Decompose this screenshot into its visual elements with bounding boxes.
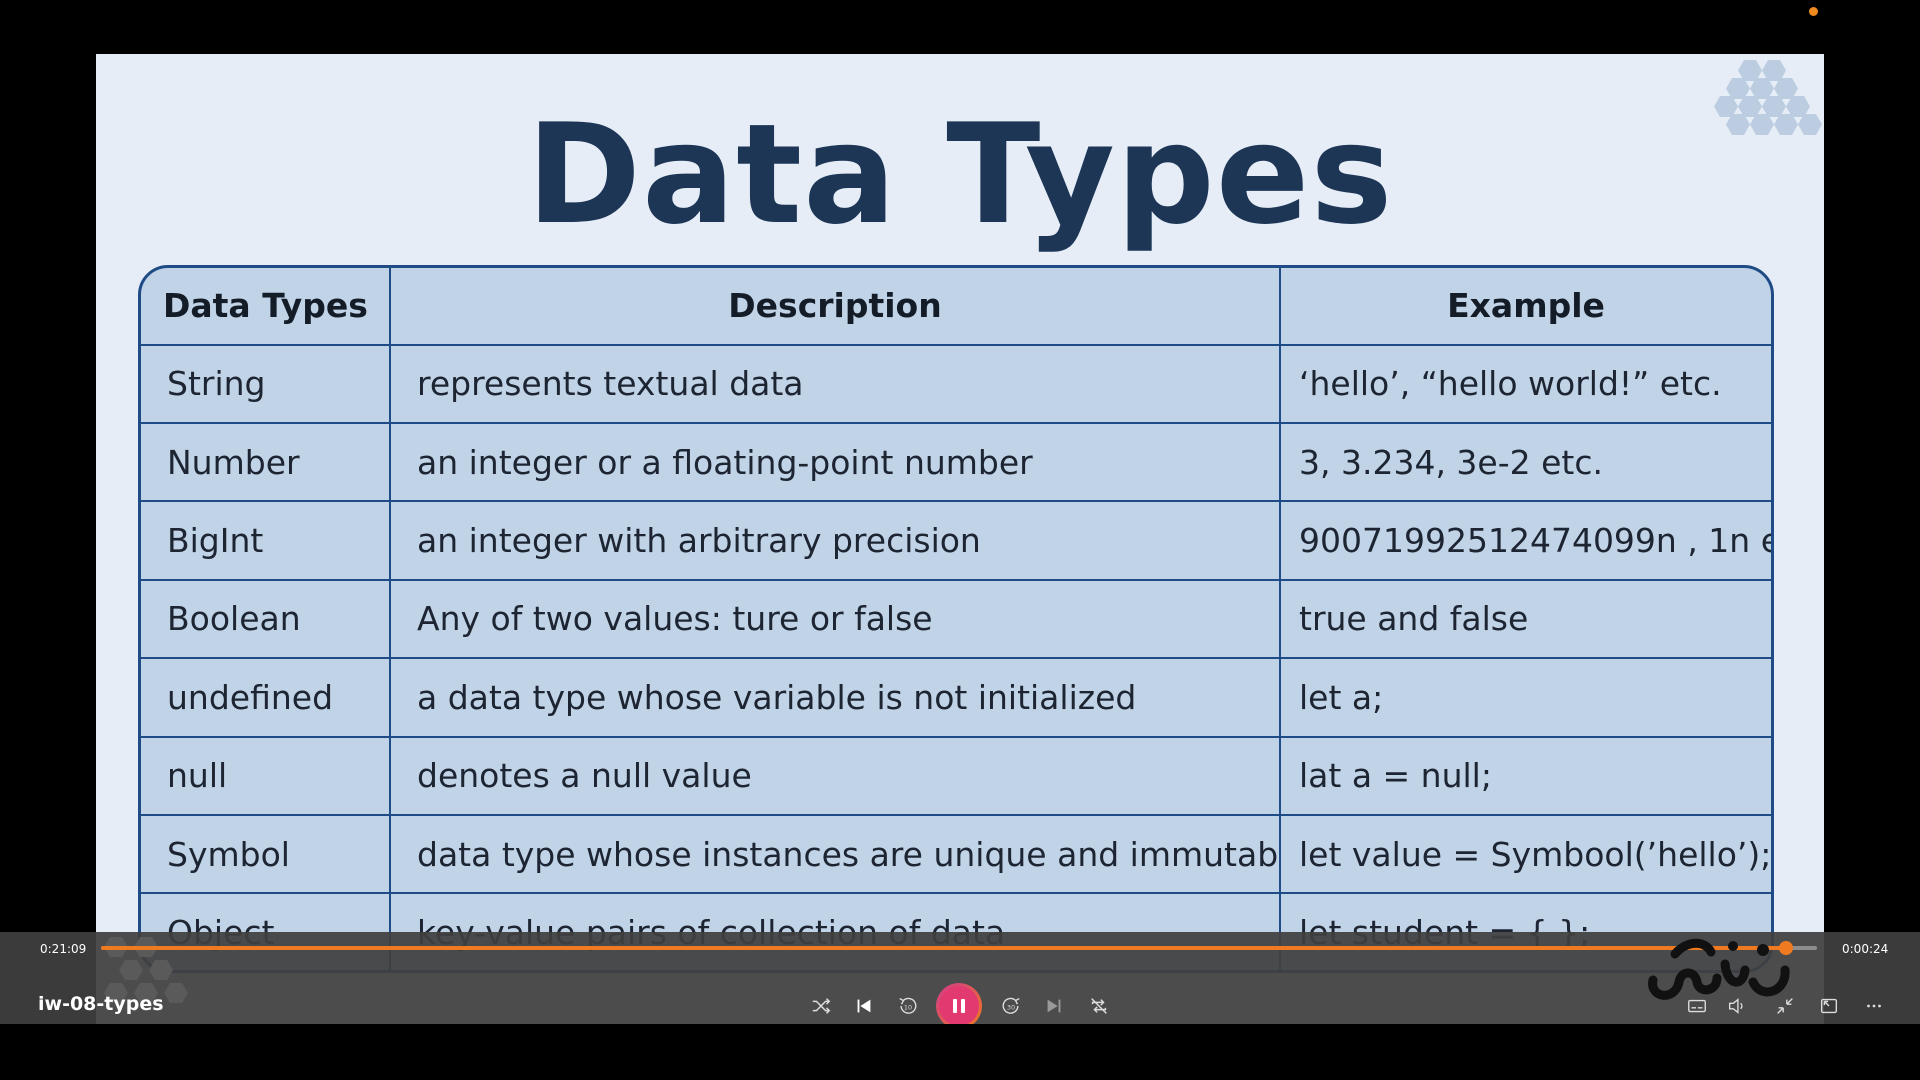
rewind-seconds-label: 10 bbox=[904, 1004, 912, 1012]
example-cell: ‘hello’, “hello world!” etc. bbox=[1279, 343, 1771, 424]
table-row: null denotes a null value lat a = null; bbox=[141, 735, 1771, 817]
slide: Data Types Data Types Description Exampl… bbox=[96, 54, 1824, 1024]
skip-previous-icon bbox=[857, 999, 871, 1013]
table-row: BigInt an integer with arbitrary precisi… bbox=[141, 500, 1771, 581]
description-cell: an integer with arbitrary precision bbox=[389, 500, 1281, 581]
table-row: Boolean Any of two values: ture or false… bbox=[141, 578, 1771, 660]
captions-icon bbox=[1688, 999, 1706, 1013]
pause-icon bbox=[953, 999, 965, 1013]
example-cell: true and false bbox=[1279, 578, 1771, 660]
volume-icon bbox=[1728, 998, 1743, 1014]
more-options-button[interactable] bbox=[1859, 991, 1889, 1021]
data-types-table: Data Types Description Example String re… bbox=[138, 265, 1774, 973]
type-cell: String bbox=[141, 343, 391, 424]
forward-seconds-label: 30 bbox=[1007, 1004, 1015, 1012]
volume-button[interactable] bbox=[1722, 991, 1752, 1021]
more-icon bbox=[1867, 1004, 1881, 1008]
description-cell: a data type whose variable is not initia… bbox=[389, 657, 1281, 738]
description-cell: represents textual data bbox=[389, 343, 1281, 424]
seek-bar[interactable] bbox=[101, 941, 1817, 955]
remaining-time: 0:00:24 bbox=[1842, 942, 1889, 956]
description-cell: an integer or a floating-point number bbox=[389, 421, 1281, 503]
table-row: undefined a data type whose variable is … bbox=[141, 657, 1771, 738]
notification-dot bbox=[1809, 7, 1818, 16]
miniplayer-button[interactable] bbox=[1814, 991, 1844, 1021]
type-cell: null bbox=[141, 735, 391, 817]
video-title: iw-08-types bbox=[38, 993, 164, 1015]
hexagon-decoration bbox=[1738, 60, 1762, 81]
previous-button[interactable] bbox=[849, 991, 879, 1021]
elapsed-time: 0:21:09 bbox=[40, 942, 87, 956]
example-cell: lat a = null; bbox=[1279, 735, 1771, 817]
example-cell: 3, 3.234, 3e-2 etc. bbox=[1279, 421, 1771, 503]
column-header-data-types: Data Types bbox=[141, 268, 391, 346]
example-cell: 900719925124740​99n , 1n etc. bbox=[1279, 500, 1771, 581]
seek-bar-progress bbox=[101, 946, 1787, 950]
next-button[interactable] bbox=[1039, 991, 1069, 1021]
description-cell: data type whose instances are unique and… bbox=[389, 814, 1281, 895]
description-cell: denotes a null value bbox=[389, 735, 1281, 817]
skip-next-icon bbox=[1047, 999, 1061, 1013]
type-cell: Number bbox=[141, 421, 391, 503]
column-header-example: Example bbox=[1279, 268, 1771, 346]
slide-title: Data Types bbox=[526, 94, 1394, 255]
repeat-button[interactable] bbox=[1084, 991, 1114, 1021]
hexagon-decoration bbox=[1762, 60, 1786, 81]
column-header-description: Description bbox=[389, 268, 1281, 346]
table-row: String represents textual data ‘hello’, … bbox=[141, 343, 1771, 424]
type-cell: Boolean bbox=[141, 578, 391, 660]
repeat-icon bbox=[1091, 998, 1107, 1014]
table-header-row: Data Types Description Example bbox=[141, 268, 1771, 346]
type-cell: BigInt bbox=[141, 500, 391, 581]
example-cell: let a; bbox=[1279, 657, 1771, 738]
pause-button-face bbox=[939, 986, 979, 1026]
table-row: Symbol data type whose instances are uni… bbox=[141, 814, 1771, 895]
table-row: Number an integer or a floating-point nu… bbox=[141, 421, 1771, 503]
rewind-10-icon: 10 bbox=[899, 997, 917, 1014]
captions-button[interactable] bbox=[1682, 991, 1712, 1021]
player-bottom-area bbox=[0, 1024, 1920, 1080]
shuffle-button[interactable] bbox=[806, 991, 836, 1021]
type-cell: Symbol bbox=[141, 814, 391, 895]
rewind-button[interactable]: 10 bbox=[893, 991, 923, 1021]
exit-fullscreen-icon bbox=[1777, 998, 1793, 1014]
description-cell: Any of two values: ture or false bbox=[389, 578, 1281, 660]
exit-fullscreen-button[interactable] bbox=[1770, 991, 1800, 1021]
type-cell: undefined bbox=[141, 657, 391, 738]
pause-button[interactable] bbox=[936, 983, 982, 1029]
miniplayer-icon bbox=[1820, 998, 1838, 1014]
forward-30-icon: 30 bbox=[1002, 997, 1020, 1014]
shuffle-icon bbox=[812, 998, 831, 1014]
example-cell: let value = Symbool(’hello’); bbox=[1279, 814, 1771, 895]
forward-button[interactable]: 30 bbox=[996, 991, 1026, 1021]
